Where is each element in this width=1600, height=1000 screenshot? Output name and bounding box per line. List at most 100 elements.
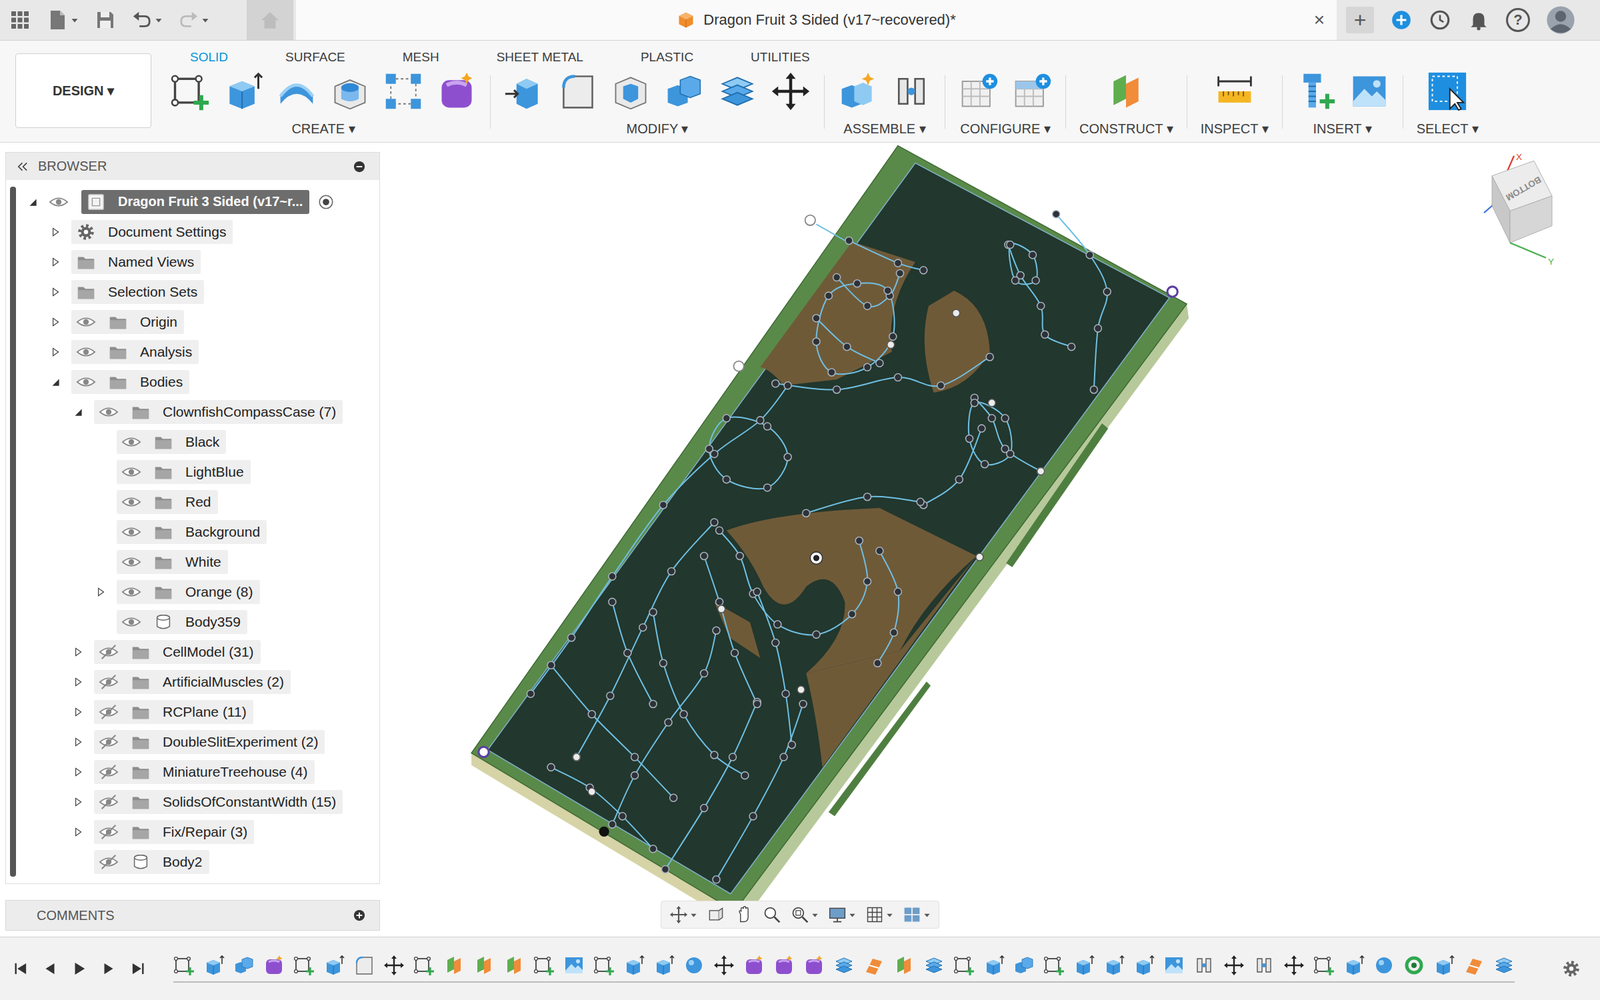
tool-group-label[interactable]: CREATE ▾	[291, 120, 355, 137]
browser-item[interactable]: LightBlue	[16, 456, 380, 487]
expander[interactable]	[68, 766, 88, 778]
extrude-icon[interactable]	[1343, 954, 1365, 976]
browser-item[interactable]: Document Settings	[16, 216, 380, 247]
tree-closed-icon[interactable]	[94, 586, 107, 598]
expander[interactable]	[46, 226, 65, 238]
timeline-feature[interactable]	[1193, 954, 1215, 976]
item-content[interactable]: Selection Sets	[71, 280, 204, 304]
tree-closed-icon[interactable]	[49, 286, 62, 298]
sketch-icon[interactable]	[1313, 954, 1335, 976]
tool-button[interactable]	[958, 71, 999, 112]
sketch-icon[interactable]	[593, 954, 615, 976]
item-content[interactable]: LightBlue	[116, 460, 251, 484]
tree-closed-icon[interactable]	[72, 676, 84, 688]
tool-button[interactable]	[557, 71, 598, 112]
browser-item[interactable]: Body359	[16, 606, 380, 637]
sketch-points[interactable]	[478, 210, 1178, 884]
timeline-feature[interactable]	[863, 954, 885, 976]
eye-icon[interactable]	[121, 612, 142, 632]
tree-closed-icon[interactable]	[49, 256, 62, 268]
split-icon[interactable]	[863, 954, 885, 976]
nav-button[interactable]	[669, 905, 698, 924]
zoom-icon[interactable]	[762, 905, 782, 924]
eye-icon[interactable]	[48, 192, 69, 212]
browser-item[interactable]: Fix/Repair (3)	[16, 816, 380, 847]
browser-item[interactable]: Selection Sets	[16, 276, 380, 307]
orbit-icon[interactable]	[669, 905, 688, 924]
offset-icon[interactable]	[923, 954, 945, 976]
tree-open-icon[interactable]	[26, 196, 39, 208]
browser-item[interactable]: SolidsOfConstantWidth (15)	[16, 786, 380, 817]
tree-closed-icon[interactable]	[72, 796, 84, 808]
offset-icon[interactable]	[717, 71, 758, 112]
expander[interactable]	[23, 196, 42, 208]
timeline-feature[interactable]	[533, 954, 555, 976]
item-content[interactable]: DoubleSlitExperiment (2)	[94, 730, 325, 754]
eye-icon[interactable]	[121, 522, 142, 542]
press-pull-icon[interactable]	[504, 71, 544, 112]
browser-item[interactable]: Bodies	[16, 366, 380, 397]
expander[interactable]	[68, 676, 88, 688]
toolbar-tab[interactable]: SOLID	[176, 50, 242, 66]
eye-off-icon[interactable]	[98, 792, 119, 812]
item-content[interactable]: SolidsOfConstantWidth (15)	[94, 790, 343, 814]
tool-button[interactable]	[1349, 71, 1390, 112]
timeline-feature[interactable]	[1433, 954, 1455, 976]
tool-button[interactable]	[330, 71, 370, 112]
expander[interactable]	[46, 316, 65, 328]
canvas-icon[interactable]	[1163, 954, 1185, 976]
expander[interactable]	[68, 796, 88, 808]
tool-button[interactable]	[223, 71, 264, 112]
browser-item[interactable]: Origin	[16, 306, 380, 337]
browser-item[interactable]: ArtificialMuscles (2)	[16, 666, 380, 697]
item-content[interactable]: RCPlane (11)	[94, 700, 254, 724]
nav-button[interactable]	[762, 905, 782, 924]
nav-button[interactable]	[865, 905, 894, 924]
timeline-feature[interactable]	[173, 954, 195, 976]
timeline-feature[interactable]	[1043, 954, 1065, 976]
expander[interactable]	[68, 706, 88, 718]
next-icon[interactable]	[100, 960, 118, 978]
file-icon[interactable]	[46, 9, 68, 31]
timeline-feature[interactable]	[1133, 954, 1155, 976]
canvas-icon[interactable]	[1349, 71, 1390, 112]
config-table-icon[interactable]	[1012, 71, 1052, 112]
item-content[interactable]: CellModel (31)	[94, 640, 261, 664]
extrude-icon[interactable]	[983, 954, 1005, 976]
timeline-feature[interactable]	[413, 954, 435, 976]
form-icon[interactable]	[803, 954, 825, 976]
tree-closed-icon[interactable]	[72, 646, 84, 658]
tool-button[interactable]	[770, 71, 811, 112]
undo-on-icon[interactable]	[132, 10, 152, 30]
redo-off-icon[interactable]	[178, 10, 199, 30]
split-icon[interactable]	[1463, 954, 1485, 976]
ring-icon[interactable]	[1403, 954, 1425, 976]
joint-icon[interactable]	[1253, 954, 1275, 976]
eye-off-icon[interactable]	[98, 852, 119, 872]
timeline-feature[interactable]	[743, 954, 765, 976]
eye-icon[interactable]	[121, 432, 142, 452]
timeline-feature[interactable]	[893, 954, 915, 976]
timeline-feature[interactable]	[1283, 954, 1305, 976]
extrude-icon[interactable]	[653, 954, 675, 976]
eye-icon[interactable]	[121, 492, 142, 512]
timeline-feature[interactable]	[623, 954, 645, 976]
playback-button[interactable]	[41, 960, 59, 978]
eye-icon[interactable]	[76, 372, 96, 392]
tree-closed-icon[interactable]	[49, 316, 62, 328]
timeline-feature[interactable]	[1013, 954, 1035, 976]
item-content[interactable]: Named Views	[71, 250, 201, 274]
combine-icon[interactable]	[664, 71, 704, 112]
help-button[interactable]: ?	[1506, 8, 1530, 32]
fit-icon[interactable]	[790, 905, 810, 924]
new-component-icon[interactable]	[838, 71, 878, 112]
extrude-icon[interactable]	[1073, 954, 1095, 976]
plane-icon[interactable]	[1106, 71, 1146, 112]
sketch-icon[interactable]	[953, 954, 975, 976]
timeline-settings[interactable]	[1561, 958, 1600, 979]
apps-icon[interactable]	[9, 9, 31, 31]
playback-button[interactable]	[70, 960, 88, 978]
pan-icon[interactable]	[734, 905, 754, 924]
item-content[interactable]: Analysis	[71, 340, 199, 364]
eye-off-icon[interactable]	[98, 642, 119, 662]
